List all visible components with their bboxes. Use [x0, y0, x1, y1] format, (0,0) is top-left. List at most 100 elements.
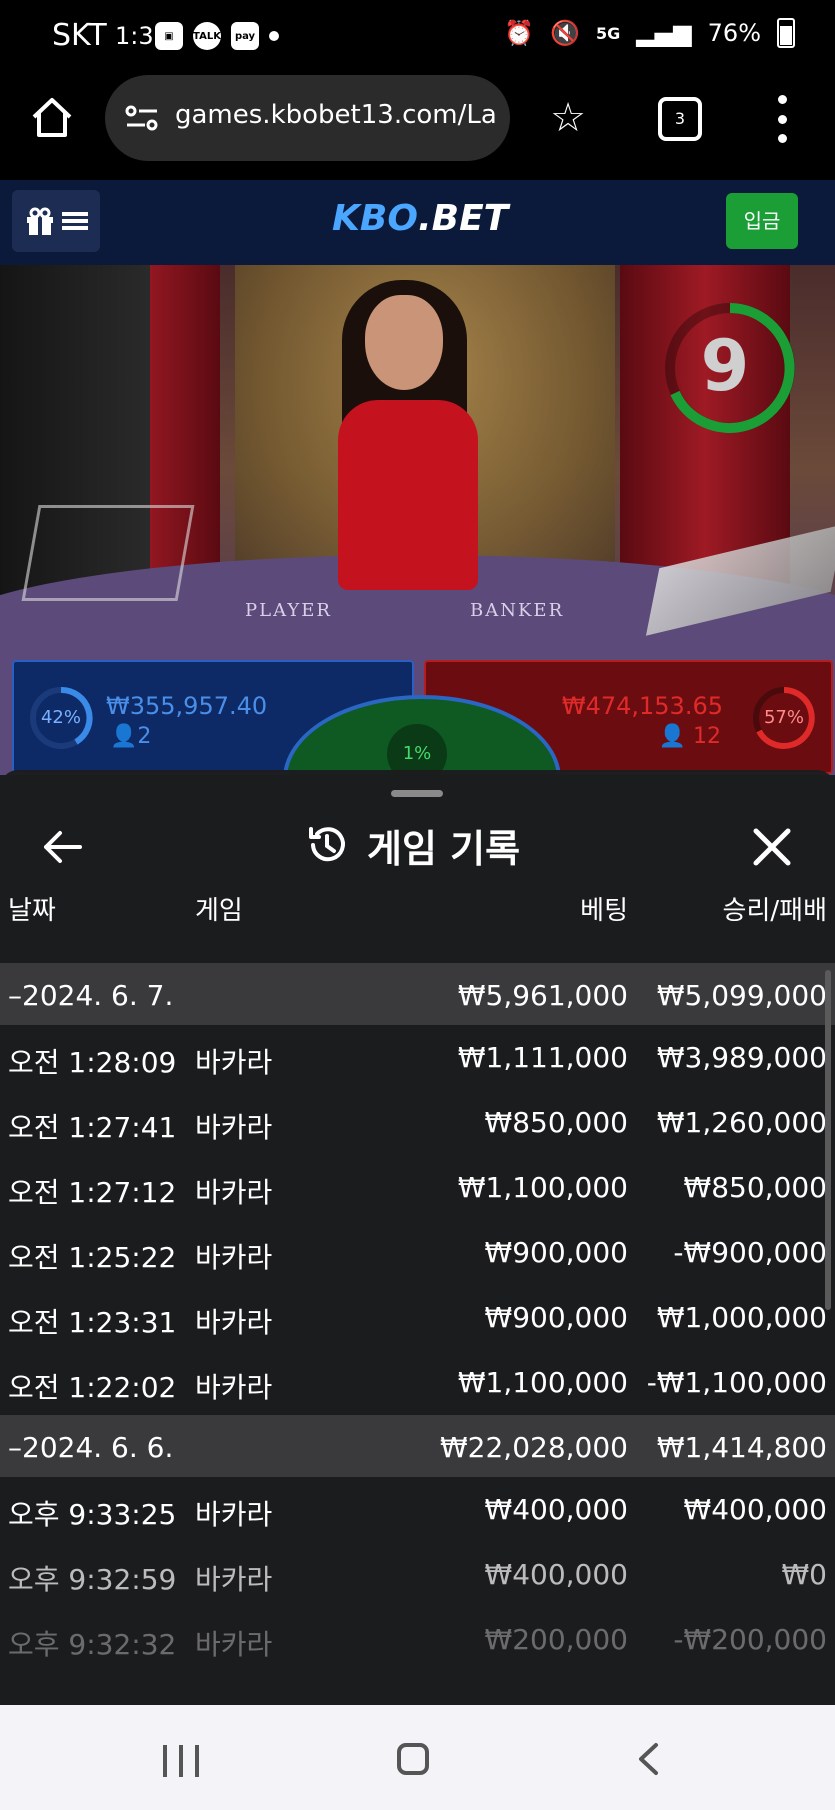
row-win-loss: -₩900,000: [673, 1236, 827, 1269]
site-settings-icon[interactable]: [125, 103, 159, 133]
signal-icon: ▂▄▆: [636, 19, 692, 47]
row-win-loss: ₩400,000: [683, 1493, 827, 1526]
row-bet: ₩1,100,000: [457, 1366, 628, 1399]
row-game: 바카라: [195, 1563, 273, 1596]
recent-apps-button[interactable]: [163, 1745, 199, 1777]
battery-label: 76%: [707, 19, 761, 47]
sheet-title: 게임 기록: [367, 826, 521, 871]
history-row: 오후 9:33:25 바카라 ₩400,000 ₩400,000: [0, 1477, 835, 1542]
banker-amount: ₩474,153.65: [561, 692, 723, 720]
gift-icon: [27, 207, 53, 235]
row-win-loss: ₩1,260,000: [656, 1106, 827, 1139]
home-icon[interactable]: [30, 95, 74, 139]
row-win-loss: -₩200,000: [673, 1623, 827, 1656]
row-game: 바카라: [195, 1498, 273, 1531]
logo-main: KBO: [332, 198, 418, 239]
status-bar: SKT 1:31 ▣ TALK pay ⏰ 🔇 5G ▂▄▆ 76%: [0, 0, 835, 75]
logo-suffix: .BET: [417, 198, 509, 239]
row-bet: ₩400,000: [484, 1558, 628, 1591]
user-icon: 👤: [110, 724, 138, 749]
browser-menu-icon[interactable]: [772, 95, 792, 143]
row-time: 오전 1:23:31: [8, 1306, 177, 1339]
player-amount: ₩355,957.40: [106, 692, 268, 720]
row-game: 바카라: [195, 1176, 273, 1209]
history-row: 오후 9:32:32 바카라 ₩200,000 -₩200,000: [0, 1607, 835, 1672]
history-icon: [309, 827, 345, 862]
row-time: 오후 9:32:32: [8, 1628, 177, 1661]
gift-menu-button[interactable]: [12, 190, 100, 252]
bookmark-star-icon[interactable]: ☆: [545, 95, 591, 141]
sheet-drag-handle[interactable]: [391, 790, 443, 797]
row-win-loss: ₩0: [781, 1558, 828, 1591]
banker-count-value: 12: [693, 724, 721, 749]
row-bet: ₩400,000: [484, 1493, 628, 1526]
row-game: 바카라: [195, 1241, 273, 1274]
carrier-label: SKT: [52, 18, 107, 53]
network-label: 5G: [596, 23, 621, 43]
tab-switcher-button[interactable]: 3: [658, 97, 702, 141]
discard-tray: [21, 505, 195, 601]
mute-icon: 🔇: [550, 19, 581, 47]
browser-toolbar: games.kbobet13.com/Laun ☆ 3: [0, 75, 835, 180]
row-game: 바카라: [195, 1046, 273, 1079]
player-count: 👤2: [110, 724, 151, 749]
history-row: 오전 1:27:12 바카라 ₩1,100,000 ₩850,000: [0, 1155, 835, 1220]
row-game: 바카라: [195, 1628, 273, 1661]
row-time: 오전 1:27:41: [8, 1111, 177, 1144]
gallery-icon: ▣: [155, 22, 183, 50]
date-group-row[interactable]: –2024. 6. 6. ₩22,028,000 ₩1,414,800: [0, 1415, 835, 1477]
player-pct: 42%: [40, 707, 81, 728]
row-win-loss: ₩3,989,000: [656, 1041, 827, 1074]
history-row: 오전 1:23:31 바카라 ₩900,000 ₩1,000,000: [0, 1285, 835, 1350]
home-button[interactable]: [397, 1743, 429, 1775]
row-time: 오전 1:22:02: [8, 1371, 177, 1404]
date-group-row[interactable]: –2024. 6. 7. ₩5,961,000 ₩5,099,000: [0, 963, 835, 1025]
row-win-loss: ₩5,099,000: [656, 979, 827, 1012]
column-header-win-loss: 승리/패배: [722, 896, 827, 926]
row-win-loss: ₩1,000,000: [656, 1301, 827, 1334]
history-row: 오전 1:22:02 바카라 ₩1,100,000 -₩1,100,000: [0, 1350, 835, 1415]
history-list: –2024. 6. 7. ₩5,961,000 ₩5,099,000 오전 1:28:…: [0, 963, 835, 1672]
group-date: –2024. 6. 6.: [8, 1431, 174, 1464]
row-game: 바카라: [195, 1306, 273, 1339]
timer-value: 9: [700, 325, 750, 407]
row-win-loss: ₩850,000: [683, 1171, 827, 1204]
close-icon[interactable]: [750, 825, 794, 869]
row-bet: ₩850,000: [484, 1106, 628, 1139]
notification-icons: ▣ TALK pay: [155, 22, 279, 50]
back-arrow-icon[interactable]: [40, 825, 84, 869]
history-row: 오전 1:27:41 바카라 ₩850,000 ₩1,260,000: [0, 1090, 835, 1155]
row-time: 오후 9:33:25: [8, 1498, 177, 1531]
url-text: games.kbobet13.com/Laun: [175, 100, 495, 130]
banker-pct: 57%: [763, 707, 804, 728]
group-date: –2024. 6. 7.: [8, 979, 174, 1012]
row-bet: ₩1,111,000: [457, 1041, 628, 1074]
row-bet: ₩5,961,000: [457, 979, 628, 1012]
address-bar[interactable]: games.kbobet13.com/Laun: [105, 75, 510, 161]
row-time: 오전 1:25:22: [8, 1241, 177, 1274]
system-icons: ⏰ 🔇 5G ▂▄▆ 76%: [504, 18, 795, 48]
deposit-button[interactable]: 입금: [726, 193, 798, 249]
bet-summary-bar: 42% ₩355,957.40 👤2 ₩474,153.65 👤 12 57% …: [0, 655, 835, 863]
row-time: 오후 9:32:59: [8, 1563, 177, 1596]
table-banker-label: BANKER: [470, 600, 565, 621]
sheet-header: 게임 기록: [305, 815, 520, 875]
row-bet: ₩1,100,000: [457, 1171, 628, 1204]
history-row: 오후 9:32:59 바카라 ₩400,000 ₩0: [0, 1542, 835, 1607]
app-header: KBO.BET 입금: [0, 180, 835, 265]
user-icon: 👤: [658, 724, 686, 749]
alarm-icon: ⏰: [504, 19, 535, 47]
history-row: 오전 1:28:09 바카라 ₩1,111,000 ₩3,989,000: [0, 1025, 835, 1090]
dealer: [320, 275, 490, 590]
scrollbar[interactable]: [825, 970, 831, 1310]
row-bet: ₩200,000: [484, 1623, 628, 1656]
hamburger-icon: [62, 212, 88, 230]
row-bet: ₩900,000: [484, 1236, 628, 1269]
history-row: 오전 1:25:22 바카라 ₩900,000 -₩900,000: [0, 1220, 835, 1285]
row-bet: ₩22,028,000: [439, 1431, 628, 1464]
back-button[interactable]: [636, 1741, 660, 1777]
column-header-bet: 베팅: [580, 896, 628, 926]
table-player-label: PLAYER: [245, 600, 332, 621]
kbo-bet-logo[interactable]: KBO.BET: [332, 198, 508, 239]
pay-icon: pay: [231, 22, 259, 50]
